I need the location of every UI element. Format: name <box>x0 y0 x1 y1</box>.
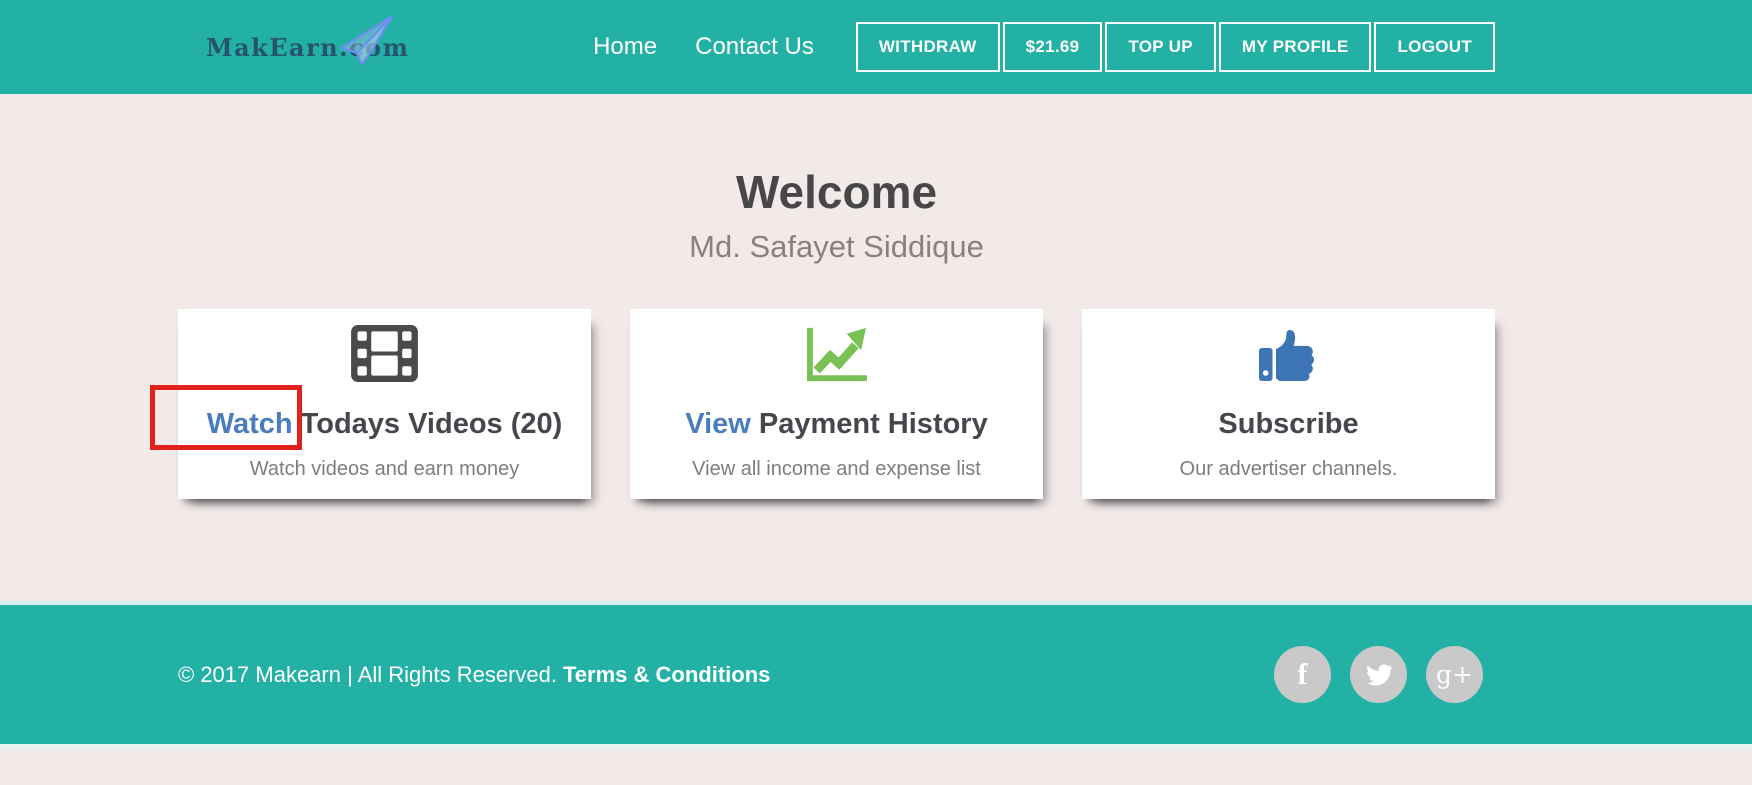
watch-videos-card: Watch Todays Videos (20) Watch videos an… <box>178 309 591 499</box>
card-subtitle: View all income and expense list <box>630 458 1043 481</box>
subscribe-card: Subscribe Our advertiser channels. <box>1082 309 1495 499</box>
chart-line-icon <box>804 325 870 383</box>
copyright-label: © 2017 Makearn | All Rights Reserved. <box>178 662 557 687</box>
my-profile-button[interactable]: MY PROFILE <box>1219 22 1372 72</box>
card-icon-wrap <box>1082 325 1495 383</box>
main-content: Welcome Md. Safayet Siddique <box>0 94 1752 601</box>
payment-history-card: View Payment History View all income and… <box>630 309 1043 499</box>
view-link-label: View <box>685 408 751 440</box>
nav-home-link[interactable]: Home <box>593 33 657 61</box>
hero-container: Welcome Md. Safayet Siddique <box>178 94 1495 499</box>
logout-button[interactable]: LOGOUT <box>1374 22 1495 72</box>
card-subtitle: Watch videos and earn money <box>178 458 591 481</box>
social-links: f g+ <box>1255 646 1483 703</box>
footer: © 2017 Makearn | All Rights Reserved.Ter… <box>0 601 1752 749</box>
welcome-title: Welcome <box>178 166 1495 219</box>
card-icon-wrap <box>630 325 1043 383</box>
user-name: Md. Safayet Siddique <box>178 229 1495 265</box>
nav-contact-link[interactable]: Contact Us <box>695 33 814 61</box>
card-title-text: Payment History <box>751 408 988 440</box>
view-link[interactable]: View <box>685 409 751 439</box>
main-nav: Home Contact Us <box>593 33 856 61</box>
balance-button[interactable]: $21.69 <box>1003 22 1103 72</box>
card-title: Watch Todays Videos (20) <box>178 409 591 439</box>
card-subtitle: Our advertiser channels. <box>1082 458 1495 481</box>
twitter-bird-glyph <box>1366 662 1392 688</box>
card-icon-wrap <box>178 325 591 383</box>
facebook-icon[interactable]: f <box>1274 646 1331 703</box>
card-title: Subscribe <box>1082 409 1495 439</box>
header: MakEarn.com Home Contact Us WITHDRAW $21… <box>0 0 1752 94</box>
card-title-text: Todays Videos (20) <box>293 408 563 440</box>
copyright-text: © 2017 Makearn | All Rights Reserved.Ter… <box>178 662 770 688</box>
facebook-glyph: f <box>1298 660 1308 690</box>
film-icon <box>351 325 418 382</box>
watch-link[interactable]: Watch <box>207 409 293 439</box>
google-plus-glyph: g+ <box>1436 662 1473 687</box>
header-button-group: WITHDRAW $21.69 TOP UP MY PROFILE LOGOUT <box>856 22 1495 72</box>
twitter-icon[interactable] <box>1350 646 1407 703</box>
brand-logo[interactable]: MakEarn.com <box>206 33 410 62</box>
paper-plane-icon <box>330 14 398 66</box>
thumbs-up-icon <box>1259 325 1319 382</box>
withdraw-button[interactable]: WITHDRAW <box>856 22 1000 72</box>
watch-link-label: Watch <box>207 408 293 440</box>
footer-container: © 2017 Makearn | All Rights Reserved.Ter… <box>178 646 1495 703</box>
google-plus-icon[interactable]: g+ <box>1426 646 1483 703</box>
top-up-button[interactable]: TOP UP <box>1105 22 1215 72</box>
action-cards-row: Watch Todays Videos (20) Watch videos an… <box>178 309 1495 499</box>
header-container: MakEarn.com Home Contact Us WITHDRAW $21… <box>178 0 1495 94</box>
terms-and-conditions-link[interactable]: Terms & Conditions <box>563 662 770 687</box>
card-title: View Payment History <box>630 409 1043 439</box>
